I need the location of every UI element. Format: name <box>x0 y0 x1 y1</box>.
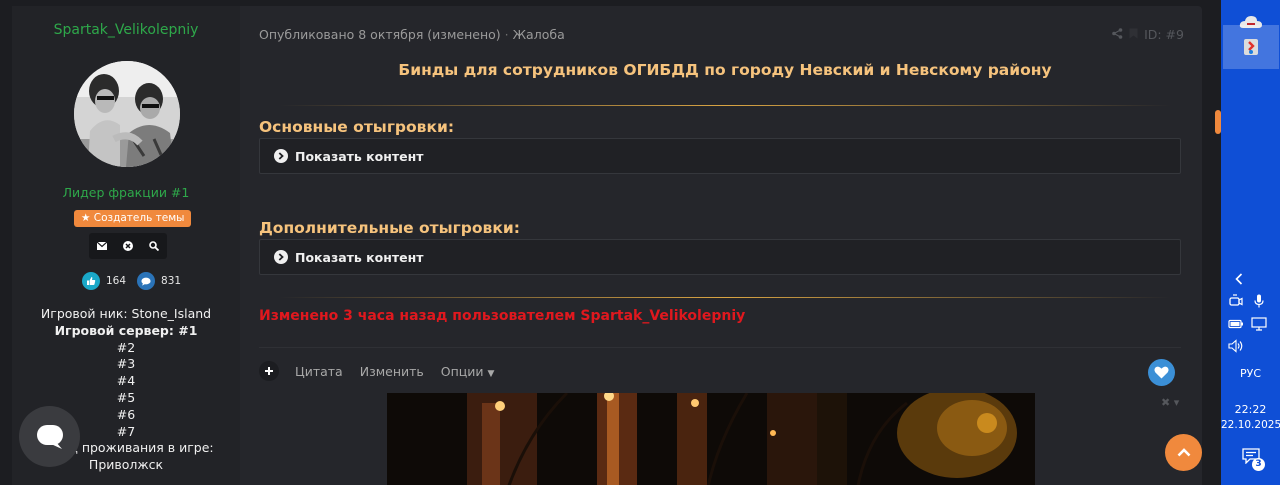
quote-button[interactable]: Цитата <box>295 364 343 379</box>
search-icon[interactable] <box>147 239 161 253</box>
meet-now-icon[interactable] <box>1227 293 1245 309</box>
chevron-right-icon <box>274 250 288 264</box>
post-image <box>387 393 1035 485</box>
notification-count: 3 <box>1252 458 1265 471</box>
author-stats: 164 831 <box>82 272 192 290</box>
section-title-main: Основные отыгровки: <box>259 118 455 136</box>
topic-creator-badge: ★ Создатель темы <box>74 210 192 227</box>
chevron-left-icon[interactable] <box>1230 271 1248 287</box>
server-item: #2 <box>116 339 136 355</box>
like-heart-button[interactable] <box>1148 359 1175 386</box>
game-server: Игровой сервер: #1 <box>54 322 198 338</box>
post-tools: ID: #9 <box>1112 27 1184 42</box>
post-title: Бинды для сотрудников ОГИБДД по городу Н… <box>398 61 1052 79</box>
bookmark-icon[interactable] <box>1129 27 1138 42</box>
microphone-icon[interactable] <box>1250 293 1268 309</box>
chevron-right-icon <box>274 149 288 163</box>
author-actions <box>89 233 167 259</box>
spoiler-button-extra[interactable]: Показать контент <box>259 239 1181 275</box>
spoiler-label: Показать контент <box>295 249 424 265</box>
separator <box>259 347 1181 348</box>
likes-count: 164 <box>106 275 127 287</box>
windows-taskbar: РУС 22:22 22.10.2025 3 <box>1221 0 1280 485</box>
star-icon: ★ <box>81 212 91 224</box>
volume-icon[interactable] <box>1227 338 1245 354</box>
network-icon[interactable] <box>1250 316 1268 332</box>
chat-widget-button[interactable] <box>19 406 80 467</box>
page-scrollbar[interactable] <box>1214 0 1221 485</box>
game-nick: Игровой ник: Stone_Island <box>40 306 212 321</box>
clock-date[interactable]: 22.10.2025 <box>1221 419 1280 431</box>
image-tools[interactable]: ✖ ▾ <box>1161 396 1179 409</box>
author-avatar[interactable] <box>74 61 180 167</box>
forum-post: Spartak_Velikolepniy Лидер фракции #1 ★ … <box>12 6 1202 485</box>
author-name-link[interactable]: Spartak_Velikolepniy <box>12 22 240 38</box>
badge-label: Создатель темы <box>93 212 185 224</box>
clock-time[interactable]: 22:22 <box>1221 403 1280 416</box>
spoiler-button-main[interactable]: Показать контент <box>259 138 1181 174</box>
post-id[interactable]: ID: #9 <box>1144 27 1184 42</box>
input-language[interactable]: РУС <box>1221 367 1280 380</box>
edit-button[interactable]: Изменить <box>360 364 424 379</box>
section-title-extra: Дополнительные отыгровки: <box>259 219 520 237</box>
caret-down-icon: ▼ <box>487 368 495 379</box>
battery-icon[interactable] <box>1227 316 1245 332</box>
post-actions: Цитата Изменить Опции ▼ <box>259 361 511 381</box>
forum-page: Spartak_Velikolepniy Лидер фракции #1 ★ … <box>0 0 1221 485</box>
post-meta: Опубликовано 8 октября (изменено) · Жало… <box>259 27 565 42</box>
messages-icon <box>137 272 156 290</box>
server-item: #5 <box>116 389 136 405</box>
server-item: #3 <box>116 356 136 372</box>
options-button[interactable]: Опции ▼ <box>441 364 495 379</box>
gold-divider <box>279 105 1171 106</box>
edited-notice: Изменено 3 часа назад пользователем Spar… <box>259 308 746 324</box>
options-label: Опции <box>440 363 484 379</box>
ignore-icon[interactable] <box>121 239 135 253</box>
envelope-icon[interactable] <box>95 239 109 253</box>
multiquote-plus-icon[interactable] <box>259 361 279 381</box>
share-icon[interactable] <box>1112 27 1123 42</box>
gold-divider <box>279 297 1171 298</box>
user-title: Лидер фракции #1 <box>62 185 190 200</box>
spoiler-label: Показать контент <box>295 148 424 164</box>
published-date[interactable]: Опубликовано 8 октября (изменено) <box>259 27 501 42</box>
report-link[interactable]: Жалоба <box>513 27 565 42</box>
server-item: #4 <box>116 373 136 389</box>
taskbar-app-active[interactable] <box>1223 25 1279 69</box>
thumbs-up-icon <box>82 272 100 290</box>
messages-count: 831 <box>161 275 182 287</box>
scroll-to-top-button[interactable] <box>1165 434 1202 471</box>
